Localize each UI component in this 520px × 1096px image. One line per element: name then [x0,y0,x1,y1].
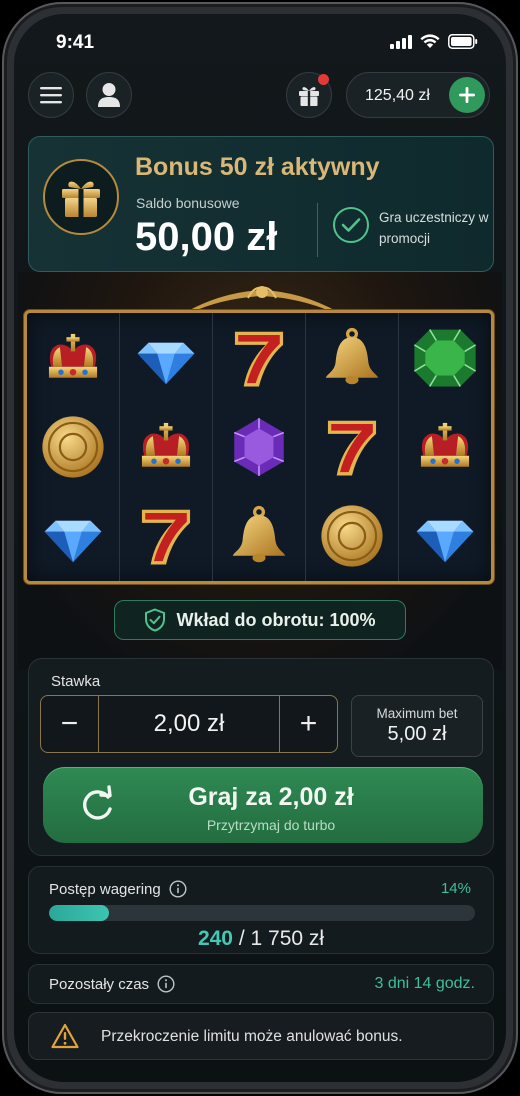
bonus-balance-amount: 50,00 zł [135,215,278,259]
diamond-icon [27,492,119,581]
bonus-balance-label: Saldo bonusowe [136,195,240,211]
diamond-icon [399,492,491,581]
reel-4 [306,313,399,581]
gold-gift-icon [62,181,100,217]
notification-dot [318,74,329,85]
reel-5 [399,313,491,581]
wagering-label-row: Postęp wagering [49,880,187,898]
wagering-percent: 14% [440,880,471,897]
crown-icon [399,402,491,491]
bonus-title: Bonus 50 zł aktywny [135,153,380,181]
max-bet-label: Maximum bet [376,706,458,721]
gifts-button[interactable] [286,72,332,118]
deposit-button[interactable] [449,77,485,113]
promotion-participation: Gra uczestniczy w promocji [379,210,489,246]
wagering-progress-panel: Postęp wagering 14% 240 / 1 750 zł [28,866,494,954]
max-bet-box: Maximum bet 5,00 zł [351,695,483,757]
slot-reels[interactable] [24,310,494,584]
profile-button[interactable] [86,72,132,118]
seven-icon [306,402,398,491]
crown-icon [27,313,119,402]
spin-button-hint: Przytrzymaj do turbo [206,817,336,833]
screen: 9:41 125,40 zł Bonus 50 zł aktywny Saldo… [14,14,506,1082]
status-bar: 9:41 [14,14,506,70]
wagering-current: 240 [197,927,233,950]
max-bet-value: 5,00 zł [387,723,447,745]
seven-icon [120,492,212,581]
balance-pill[interactable]: 125,40 zł [346,72,490,118]
spin-button[interactable]: Graj za 2,00 zł Przytrzymaj do turbo [43,767,483,843]
wifi-icon [420,34,440,48]
status-time: 9:41 [56,32,95,53]
bonus-gift-badge [43,159,119,235]
spin-button-label: Graj za 2,00 zł [188,783,354,811]
contribution-text: Wkład do obrotu: 100% [176,609,376,630]
stake-label: Stawka [51,673,101,690]
bell-icon [306,313,398,402]
reel-3 [213,313,306,581]
info-icon[interactable] [157,975,175,993]
gift-icon [299,87,319,106]
time-left-panel: Pozostały czas 3 dni 14 godz. [28,964,494,1004]
seven-icon [213,313,305,402]
crown-icon [120,402,212,491]
time-left-label: Pozostały czas [49,975,150,993]
wagering-total: 1 750 zł [250,927,325,950]
phone-frame: 9:41 125,40 zł Bonus 50 zł aktywny Saldo… [2,2,518,1094]
wagering-values: 240 / 1 750 zł [29,927,493,951]
stake-value[interactable]: 2,00 zł [99,696,279,752]
amethyst-icon [213,402,305,491]
wagering-progress-bar [49,905,475,921]
shield-check-icon [145,608,166,632]
user-icon [98,83,120,107]
coin-icon [306,492,398,581]
warning-text: Przekroczenie limitu może anulować bonus… [101,1028,403,1045]
info-icon[interactable] [169,880,187,898]
coin-icon [27,402,119,491]
bonus-divider [317,203,318,257]
balance-amount: 125,40 zł [365,87,430,104]
plus-icon [459,87,475,103]
warning-icon [51,1023,79,1049]
diamond-icon [120,313,212,402]
status-icons [390,34,478,49]
emerald-icon [399,313,491,402]
wagering-label: Postęp wagering [49,880,161,898]
time-left-label-row: Pozostały czas [49,975,175,993]
hamburger-icon [40,87,62,104]
menu-button[interactable] [28,72,74,118]
time-left-value: 3 dni 14 godz. [374,975,475,992]
check-icon [333,207,369,243]
decrease-stake-button[interactable]: − [41,696,99,752]
wagering-contribution-badge: Wkład do obrotu: 100% [114,600,406,640]
warning-banner: Przekroczenie limitu może anulować bonus… [28,1012,494,1060]
battery-icon [448,34,478,49]
stake-stepper: − 2,00 zł + [40,695,338,753]
signal-icon [390,34,412,49]
bonus-card: Bonus 50 zł aktywny Saldo bonusowe 50,00… [28,136,494,272]
wagering-separator: / [232,927,251,950]
reel-1 [27,313,120,581]
wagering-progress-fill [49,905,109,921]
bell-icon [213,492,305,581]
bet-panel: Stawka − 2,00 zł + Maximum bet 5,00 zł G… [28,658,494,856]
increase-stake-button[interactable]: + [279,696,337,752]
reel-2 [120,313,213,581]
